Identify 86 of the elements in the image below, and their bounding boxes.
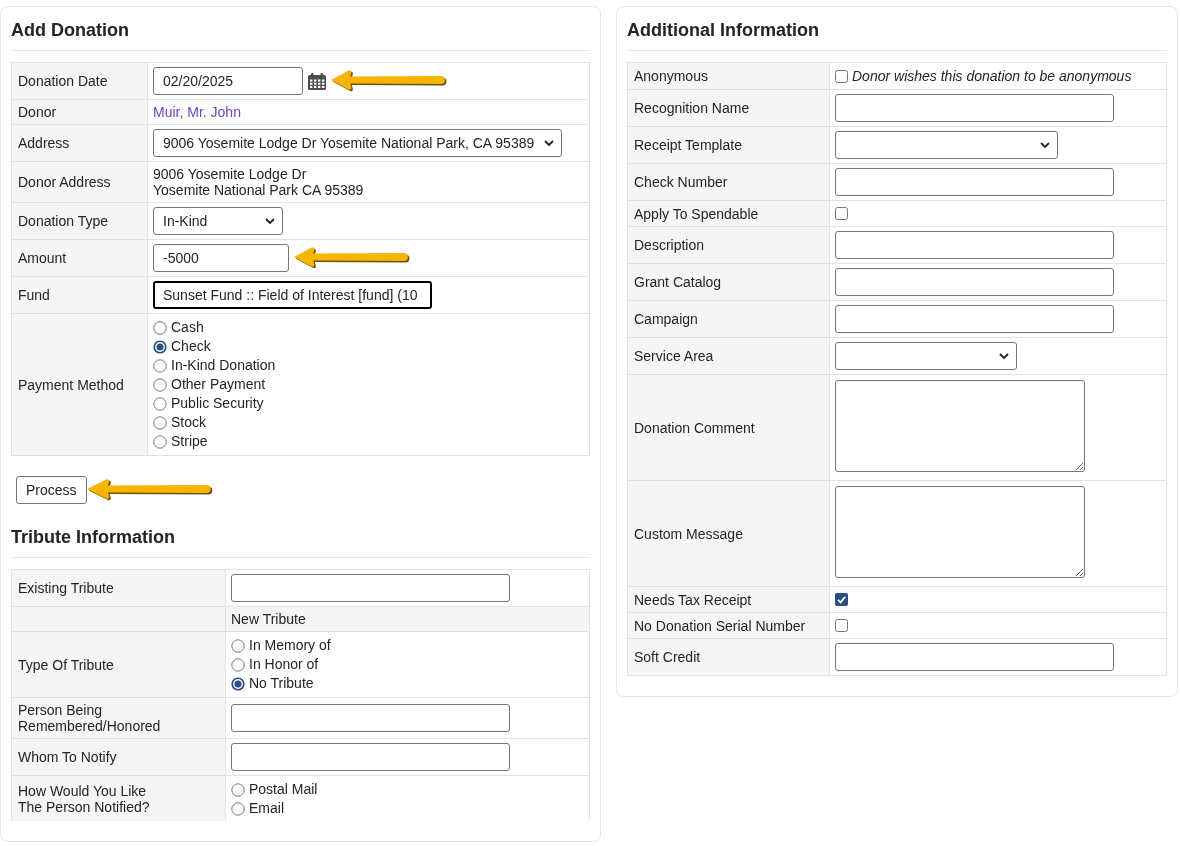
option-label: In-Kind Donation [171, 356, 276, 375]
field-label: Check Number [627, 163, 830, 201]
option-label: Postal Mail [249, 780, 318, 799]
field-label: No Donation Serial Number [627, 612, 830, 639]
text-field[interactable] [231, 574, 510, 602]
field-label: Type Of Tribute [11, 631, 226, 698]
field-label: Soft Credit [627, 638, 830, 676]
text-field[interactable] [835, 268, 1114, 296]
text-field[interactable] [231, 743, 510, 771]
dropdown[interactable]: 9006 Yosemite Lodge Dr Yosemite National Park, CA 95389 [153, 129, 563, 157]
field-label: Donation Comment [627, 374, 830, 481]
field-label: Recognition Name [627, 89, 830, 127]
radio-button[interactable] [153, 320, 167, 335]
field-label: Amount [11, 239, 148, 277]
chevron-down-icon [544, 140, 555, 146]
checkbox-label: Donor wishes this donation to be anonymous [852, 67, 1132, 85]
text-field[interactable] [835, 231, 1114, 259]
field-label: Donation Type [11, 202, 148, 240]
field-label: Campaign [627, 300, 830, 338]
process-button[interactable]: Process [16, 476, 87, 504]
checkbox[interactable] [835, 619, 848, 632]
option-label: Other Payment [171, 375, 266, 394]
address-text: 9006 Yosemite Lodge Dr Yosemite National Park CA 95389 [153, 166, 364, 198]
calendar-icon[interactable] [308, 72, 326, 90]
field-label: Fund [11, 276, 148, 314]
radio-button[interactable] [153, 415, 167, 430]
field-label: Payment Method [11, 313, 148, 456]
textarea-field[interactable] [835, 380, 1085, 472]
checkbox[interactable] [835, 593, 848, 606]
section-title: Add Donation [11, 17, 590, 51]
field-label: Existing Tribute [11, 569, 226, 607]
option-label: Stock [171, 413, 206, 432]
checkbox[interactable] [835, 69, 848, 83]
radio-button[interactable] [231, 801, 245, 816]
chevron-down-icon [265, 218, 275, 224]
field-label: Needs Tax Receipt [627, 586, 830, 613]
dropdown[interactable] [835, 342, 1017, 370]
radio-button[interactable] [153, 377, 167, 392]
field-label: How Would You Like The Person Notified? [11, 775, 226, 821]
field-label: Description [627, 226, 830, 264]
text-field[interactable] [835, 94, 1114, 122]
option-label: Public Security [171, 394, 264, 413]
option-label: No Tribute [249, 674, 314, 693]
textarea-field[interactable] [835, 486, 1085, 578]
field-label: Whom To Notify [11, 738, 226, 776]
chevron-down-icon [1040, 142, 1050, 148]
option-label: Stripe [171, 432, 208, 451]
radio-button[interactable] [153, 358, 167, 373]
text-field[interactable] [835, 305, 1114, 333]
radio-button[interactable] [231, 676, 245, 691]
amount-field[interactable]: -5000 [153, 244, 289, 272]
field-label: Donor [11, 99, 148, 125]
field-label: Address [11, 124, 148, 162]
dropdown[interactable]: In-Kind [153, 207, 283, 235]
radio-button[interactable] [231, 782, 245, 797]
option-label: Cash [171, 318, 204, 337]
section-title: Additional Information [627, 17, 1167, 51]
donor-link[interactable]: Muir, Mr. John [153, 104, 241, 120]
section-title: Tribute Information [11, 524, 590, 558]
field-label: Donation Date [11, 62, 148, 100]
radio-button[interactable] [153, 339, 167, 354]
option-label: Check [171, 337, 211, 356]
date-field[interactable]: 02/20/2025 [153, 67, 303, 95]
radio-button[interactable] [153, 434, 167, 449]
fund-field[interactable]: Sunset Fund :: Field of Interest [fund] (10 [153, 281, 432, 309]
text-field[interactable] [231, 704, 510, 732]
subheading: New Tribute [225, 606, 590, 632]
field-label: Grant Catalog [627, 263, 830, 301]
option-label: In Honor of [249, 655, 319, 674]
field-label: Person Being Remembered/Honored [11, 697, 226, 739]
field-label: Receipt Template [627, 126, 830, 164]
checkbox[interactable] [835, 207, 848, 220]
radio-button[interactable] [231, 638, 245, 653]
field-label: Custom Message [627, 480, 830, 587]
radio-button[interactable] [231, 657, 245, 672]
option-label: In Memory of [249, 636, 331, 655]
field-label: Service Area [627, 337, 830, 375]
dropdown[interactable] [835, 131, 1058, 159]
text-field[interactable] [835, 168, 1114, 196]
radio-button[interactable] [153, 396, 167, 411]
text-field[interactable] [835, 643, 1114, 671]
field-label: Donor Address [11, 161, 148, 203]
field-label: Apply To Spendable [627, 200, 830, 227]
chevron-down-icon [999, 353, 1009, 359]
field-label: Anonymous [627, 62, 830, 90]
option-label: Email [249, 799, 284, 818]
